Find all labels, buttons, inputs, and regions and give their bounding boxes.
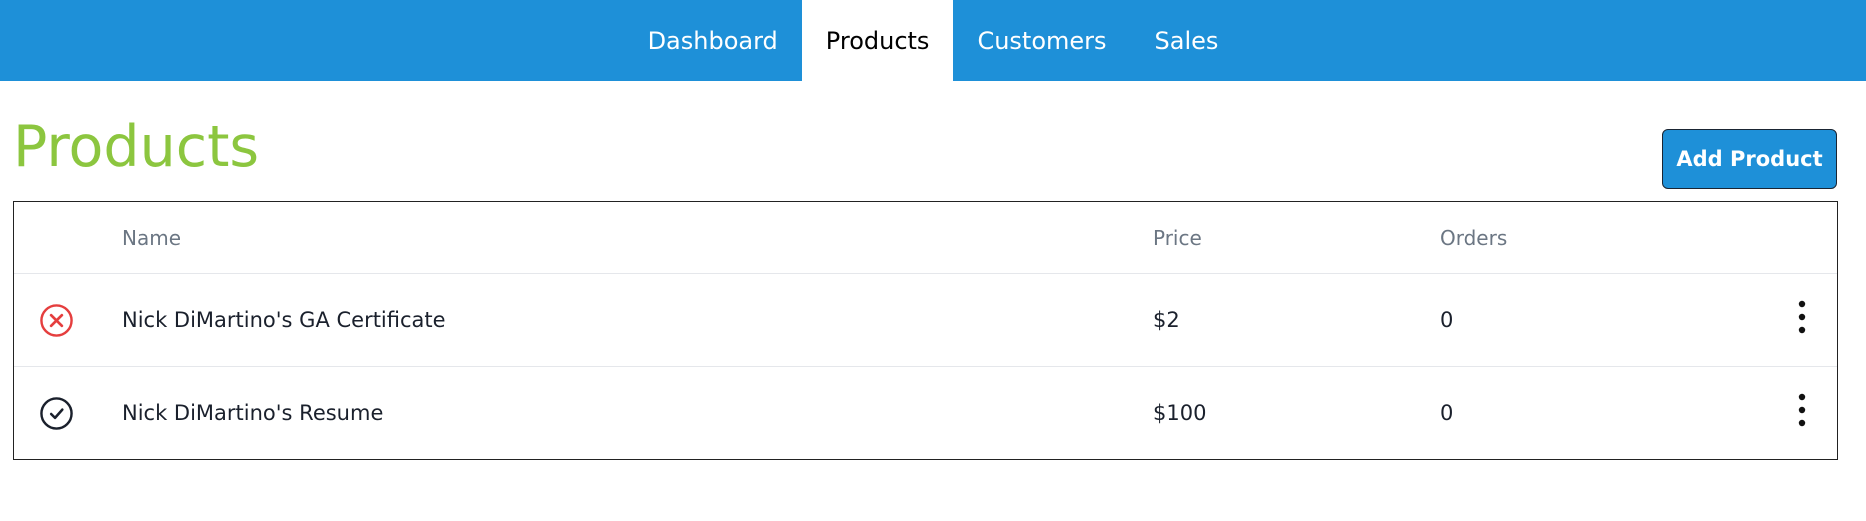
table-header: Name Price Orders (14, 202, 1837, 274)
product-name: Nick DiMartino's GA Certificate (122, 308, 446, 332)
product-name: Nick DiMartino's Resume (122, 401, 384, 425)
products-table: Name Price Orders Nick DiMartino's GA Ce… (13, 201, 1838, 460)
kebab-menu-icon[interactable] (1792, 393, 1812, 427)
table-row[interactable]: Nick DiMartino's Resume $100 0 (14, 367, 1837, 460)
tab-dashboard[interactable]: Dashboard (624, 0, 802, 81)
x-circle-icon[interactable] (39, 303, 74, 338)
page-title: Products (13, 114, 260, 180)
table-row[interactable]: Nick DiMartino's GA Certificate $2 0 (14, 274, 1837, 367)
product-orders: 0 (1440, 308, 1454, 332)
kebab-menu-icon[interactable] (1792, 300, 1812, 334)
tab-products[interactable]: Products (801, 0, 954, 81)
add-product-button[interactable]: Add Product (1662, 129, 1837, 189)
top-navigation: Dashboard Products Customers Sales (0, 0, 1866, 81)
column-header-name: Name (122, 226, 182, 250)
product-price: $100 (1153, 401, 1207, 425)
tab-sales[interactable]: Sales (1131, 0, 1243, 81)
nav-tabs: Dashboard Products Customers Sales (624, 0, 1243, 81)
column-header-price: Price (1153, 226, 1202, 250)
column-header-orders: Orders (1440, 226, 1508, 250)
product-price: $2 (1153, 308, 1180, 332)
tab-customers[interactable]: Customers (953, 0, 1130, 81)
check-circle-icon[interactable] (39, 396, 74, 431)
product-orders: 0 (1440, 401, 1454, 425)
